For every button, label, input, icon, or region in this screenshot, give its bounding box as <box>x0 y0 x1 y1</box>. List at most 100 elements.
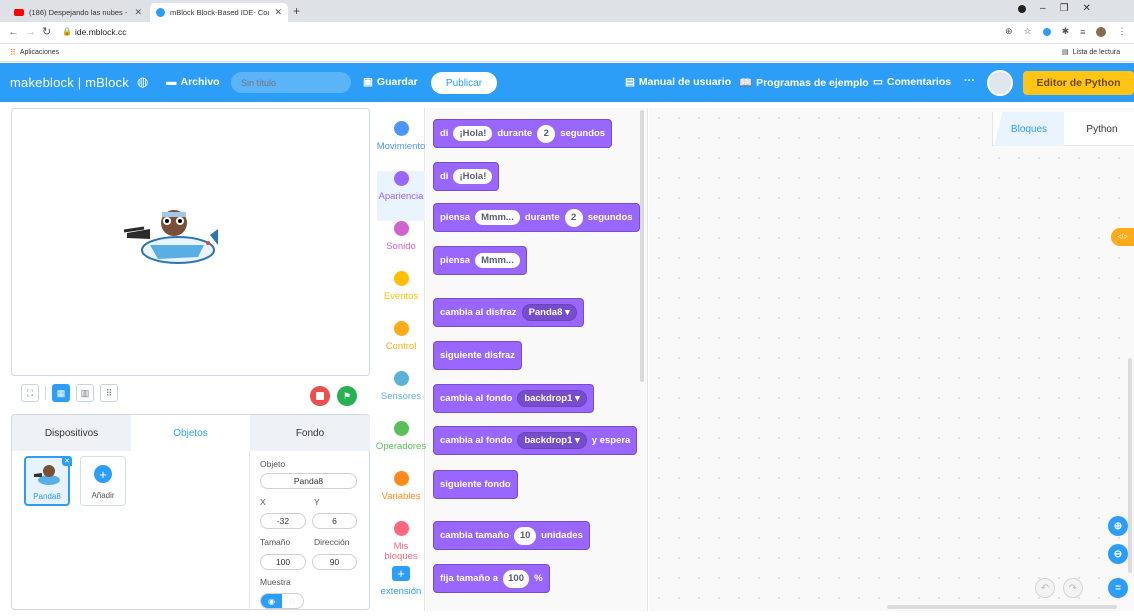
apps-bookmark[interactable]: ⠿ Aplicaciones <box>10 48 59 57</box>
extension-globe-icon[interactable] <box>1042 27 1051 36</box>
browser-tab-youtube[interactable]: (186) Despejando las nubes - Mi ✕ <box>8 3 148 22</box>
tab-blocks[interactable]: Bloques <box>994 112 1064 146</box>
zoom-reset-icon[interactable]: = <box>1108 578 1128 598</box>
direction-field[interactable]: 90 <box>312 554 357 570</box>
backdrop-dropdown[interactable]: backdrop1 ▾ <box>517 432 587 449</box>
block-switch-backdrop[interactable]: cambia al fondo backdrop1 ▾ <box>433 384 594 413</box>
tab-python[interactable]: Python <box>1069 112 1134 146</box>
user-avatar-icon[interactable] <box>1096 26 1107 37</box>
category-operadores[interactable]: Operadores <box>376 421 426 471</box>
backdrop-dropdown[interactable]: backdrop1 ▾ <box>517 390 587 407</box>
list-layout-icon[interactable]: ▥ <box>76 384 94 402</box>
block-input[interactable]: 2 <box>564 208 583 227</box>
block-think[interactable]: piensa Mmm... <box>433 246 527 275</box>
block-next-backdrop[interactable]: siguiente fondo <box>433 470 518 499</box>
tab-backdrop[interactable]: Fondo <box>250 415 370 451</box>
star-icon[interactable]: ☆ <box>1024 26 1032 37</box>
profile-dot-icon[interactable] <box>1018 4 1026 13</box>
minimize-icon[interactable]: – <box>1040 3 1046 14</box>
palette-scrollbar[interactable] <box>640 110 644 382</box>
stage-canvas[interactable] <box>11 108 370 376</box>
horizontal-scrollbar[interactable] <box>887 605 1117 609</box>
small-stage-icon[interactable]: ▦ <box>52 384 70 402</box>
block-input[interactable]: ¡Hola! <box>453 126 493 141</box>
zoom-lens-icon[interactable]: ⊕ <box>1005 26 1013 37</box>
green-flag-button[interactable]: ⚑ <box>337 386 357 406</box>
publish-button[interactable]: Publicar <box>431 72 497 94</box>
block-input[interactable]: 100 <box>503 569 530 588</box>
object-name-field[interactable]: Panda8 <box>260 473 357 489</box>
file-menu[interactable]: ▬ Archivo <box>166 76 220 88</box>
block-input[interactable]: ¡Hola! <box>453 169 493 184</box>
browser-tab-mblock[interactable]: mBlock Block-Based IDE- Coding ✕ <box>150 3 288 22</box>
reading-list[interactable]: ▤ Lista de lectura <box>1062 48 1120 57</box>
block-think-for-secs[interactable]: piensa Mmm... durante 2 segundos <box>433 203 640 232</box>
category-apariencia[interactable]: Apariencia <box>377 171 425 221</box>
panda-plane-sprite[interactable] <box>122 205 222 275</box>
block-say[interactable]: di ¡Hola! <box>433 162 500 191</box>
forward-icon[interactable]: → <box>25 26 36 38</box>
stop-button[interactable] <box>310 386 330 406</box>
reload-icon[interactable]: ↻ <box>42 25 51 38</box>
python-editor-button[interactable]: Editor de Python <box>1023 71 1134 95</box>
eye-open-icon[interactable]: ◉ <box>261 594 282 608</box>
redo-icon[interactable]: ↷ <box>1063 578 1083 598</box>
add-sprite-button[interactable]: + Añadir <box>80 456 126 506</box>
category-extensión[interactable]: + extensión <box>377 566 425 616</box>
zoom-out-icon[interactable]: ⊖ <box>1108 544 1128 564</box>
category-movimiento[interactable]: Movimiento <box>377 121 425 171</box>
close-icon[interactable]: ✕ <box>134 7 142 18</box>
block-say-for-secs[interactable]: di ¡Hola! durante 2 segundos <box>433 119 613 148</box>
vertical-scrollbar[interactable] <box>1128 358 1132 573</box>
undo-icon[interactable]: ↶ <box>1035 578 1055 598</box>
block-switch-backdrop-wait[interactable]: cambia al fondo backdrop1 ▾ y espera <box>433 426 638 455</box>
language-globe-icon[interactable]: ◍ <box>137 74 148 90</box>
user-manual-link[interactable]: ▤ Manual de usuario <box>625 76 731 88</box>
save-button[interactable]: ▣ Guardar <box>363 76 418 88</box>
block-input[interactable]: 2 <box>537 124 556 143</box>
block-input[interactable]: 10 <box>514 526 537 545</box>
category-variables[interactable]: Variables <box>377 471 425 521</box>
url-text[interactable]: ide.mblock.cc <box>75 27 127 37</box>
menu-dots-icon[interactable]: ⋮ <box>1117 26 1126 37</box>
category-mis-bloques[interactable]: Mis bloques <box>377 521 425 571</box>
fullscreen-icon[interactable]: ⛶ <box>21 384 39 402</box>
block-change-size[interactable]: cambia tamaño 10 unidades <box>433 521 590 550</box>
tab-sprites[interactable]: Objetos <box>131 415 250 451</box>
zoom-in-icon[interactable]: ⊕ <box>1108 516 1128 536</box>
sprite-thumbnail-panda8[interactable]: ✕ Panda8 <box>24 456 72 506</box>
block-input[interactable]: Mmm... <box>475 253 520 268</box>
grid-layout-icon[interactable]: ⠿ <box>100 384 118 402</box>
puzzle-icon[interactable]: ✱ <box>1062 26 1070 37</box>
code-toggle-icon[interactable]: </> <box>1111 228 1134 246</box>
restore-icon[interactable]: ❐ <box>1060 3 1069 14</box>
eye-closed-icon[interactable]: ◌ <box>282 594 303 608</box>
block-input[interactable]: Mmm... <box>475 210 520 225</box>
block-next-costume[interactable]: siguiente disfraz <box>433 341 522 370</box>
new-tab-icon[interactable]: + <box>293 4 300 18</box>
category-sonido[interactable]: Sonido <box>377 221 425 271</box>
category-sensores[interactable]: Sensores <box>377 371 425 421</box>
y-field[interactable]: 6 <box>312 513 357 529</box>
x-field[interactable]: -32 <box>260 513 306 529</box>
window-close-icon[interactable]: ✕ <box>1083 3 1091 14</box>
block-switch-costume[interactable]: cambia al disfraz Panda8 ▾ <box>433 298 584 327</box>
close-icon[interactable]: ✕ <box>274 7 282 18</box>
block-set-size[interactable]: fija tamaño a 100 % <box>433 564 550 593</box>
costume-dropdown[interactable]: Panda8 ▾ <box>521 304 577 321</box>
project-name-input[interactable] <box>231 72 351 93</box>
manual-book-icon: ▤ <box>625 76 635 88</box>
playlist-icon[interactable]: ≡ <box>1080 27 1085 37</box>
more-menu[interactable]: ··· <box>964 75 975 87</box>
feedback-link[interactable]: ▭ Comentarios <box>873 76 951 88</box>
size-field[interactable]: 100 <box>260 554 306 570</box>
user-avatar[interactable] <box>987 70 1013 96</box>
back-icon[interactable]: ← <box>8 26 19 38</box>
category-control[interactable]: Control <box>377 321 425 371</box>
delete-sprite-icon[interactable]: ✕ <box>62 456 72 466</box>
example-programs-link[interactable]: 📖 Programas de ejemplo <box>739 76 869 90</box>
script-workspace[interactable]: Bloques Python </> ⊕ ⊖ = ↶ ↷ <box>649 108 1134 611</box>
tab-devices[interactable]: Dispositivos <box>12 415 131 451</box>
category-eventos[interactable]: Eventos <box>377 271 425 321</box>
visibility-toggle[interactable]: ◉ ◌ <box>260 593 304 609</box>
